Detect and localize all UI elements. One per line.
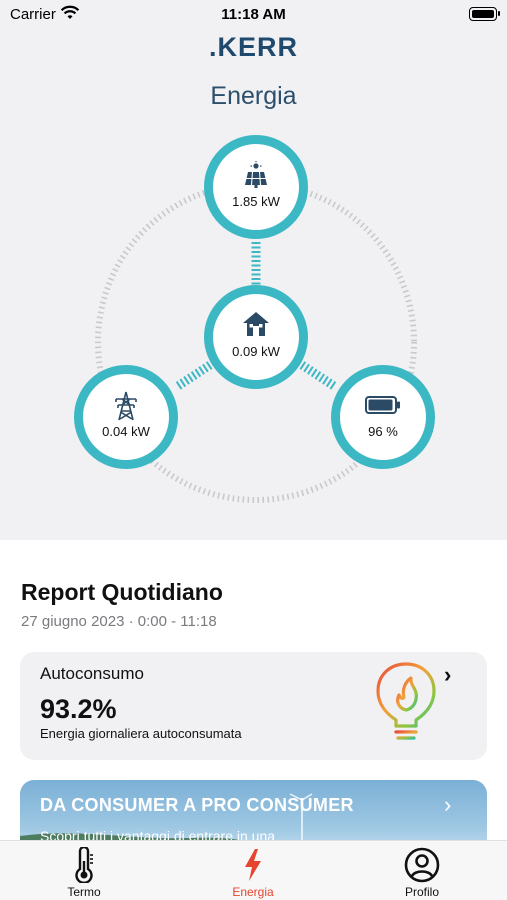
tab-label: Energia — [232, 885, 274, 899]
status-battery-icon — [469, 7, 500, 21]
page-title: Energia — [210, 82, 297, 110]
tab-label: Profilo — [404, 885, 439, 899]
chevron-right-icon: › — [444, 662, 452, 687]
power-tower-icon — [83, 391, 169, 426]
grid-node[interactable]: 0.04 kW — [74, 365, 178, 469]
solar-node[interactable]: 1.85 kW — [204, 135, 308, 239]
battery-node[interactable]: 96 % — [331, 365, 435, 469]
lightning-icon — [198, 847, 308, 888]
report-date-range: 27 giugno 2023 · 0:00 - 11:18 — [21, 613, 217, 630]
house-icon — [213, 311, 299, 342]
clock: 11:18 AM — [221, 6, 286, 23]
solar-panel-icon — [213, 161, 299, 194]
banner-title: DA CONSUMER A PRO CONSUMER — [40, 795, 354, 815]
solar-power-value: 1.85 kW — [232, 194, 280, 209]
profile-icon — [367, 847, 477, 888]
lightbulb-flame-icon — [374, 660, 438, 755]
self-consumption-card[interactable]: Autoconsumo 93.2% Energia giornaliera au… — [20, 652, 487, 760]
tab-bar: Termo Energia Profilo — [0, 840, 507, 900]
home-node[interactable]: 0.09 kW — [204, 285, 308, 389]
report-title: Report Quotidiano — [21, 579, 223, 605]
chevron-right-icon: › — [444, 792, 452, 817]
grid-power-value: 0.04 kW — [102, 424, 150, 439]
status-bar: Carrier 11:18 AM — [0, 0, 507, 28]
self-consumption-value: 93.2% — [40, 694, 117, 724]
thermometer-icon — [29, 845, 139, 888]
tab-termo[interactable]: Termo — [29, 841, 139, 900]
tab-label: Termo — [67, 885, 101, 899]
card-subtitle: Energia giornaliera autoconsumata — [40, 726, 242, 741]
tab-profilo[interactable]: Profilo — [367, 841, 477, 900]
battery-level-value: 96 % — [368, 424, 398, 439]
energy-flow-diagram: 1.85 kW 0.09 kW 0.04 kW 96 % — [0, 120, 507, 520]
tab-energia[interactable]: Energia — [198, 841, 308, 900]
battery-icon — [340, 396, 426, 419]
home-consumption-value: 0.09 kW — [232, 344, 280, 359]
kerr-logo: .KERR — [208, 32, 299, 62]
card-title: Autoconsumo — [40, 664, 144, 683]
